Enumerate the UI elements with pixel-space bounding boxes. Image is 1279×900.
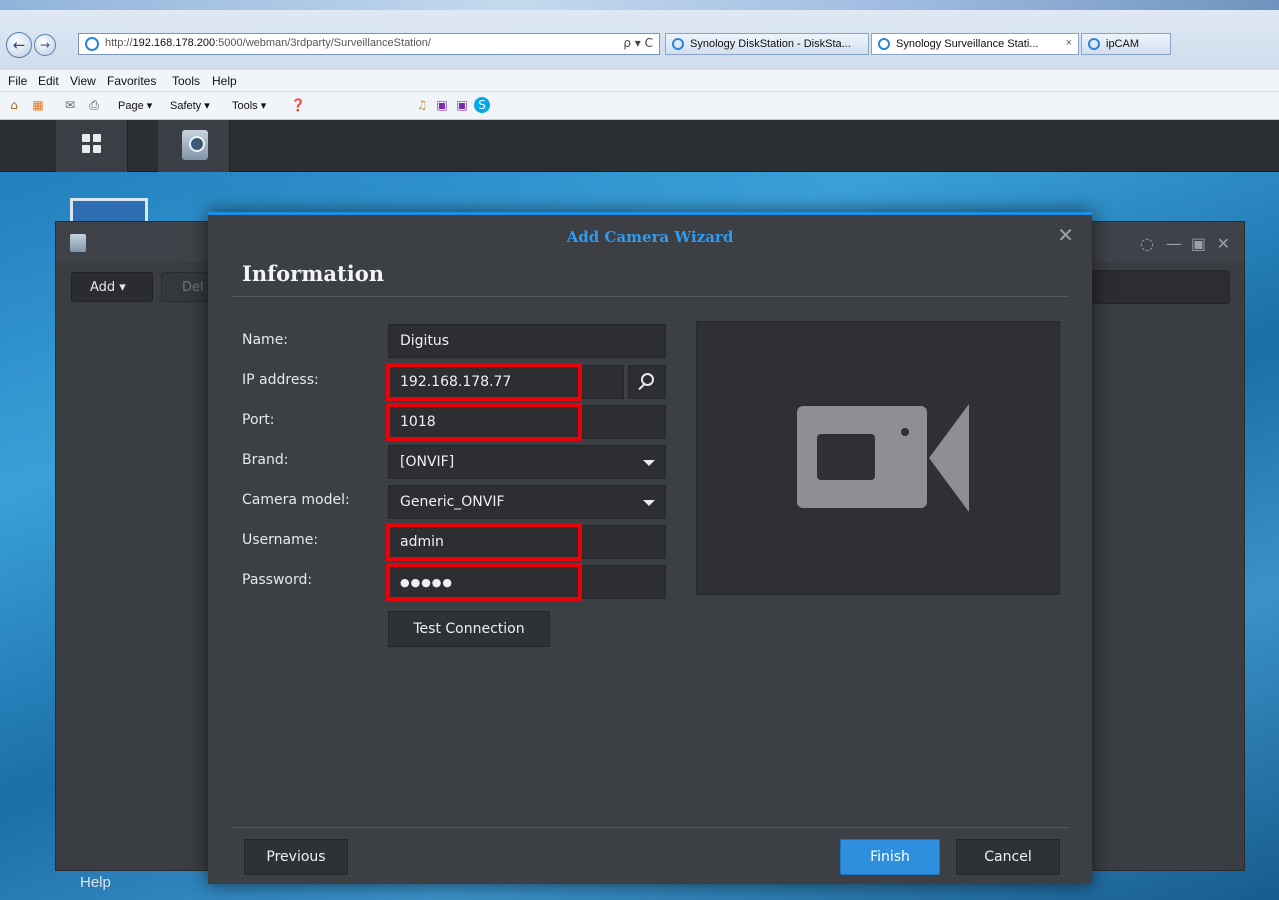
camera-preview xyxy=(696,321,1060,595)
wizard-title: Add Camera Wizard xyxy=(566,228,734,246)
mail-icon[interactable]: ✉ xyxy=(62,97,78,113)
forward-button[interactable]: → xyxy=(34,34,56,56)
test-connection-button[interactable]: Test Connection xyxy=(388,611,550,647)
chevron-down-icon xyxy=(643,460,655,466)
print-icon[interactable]: ⎙ xyxy=(86,97,102,113)
tab-diskstation[interactable]: Synology DiskStation - DiskSta... xyxy=(665,33,869,55)
section-heading: Information xyxy=(242,261,384,286)
browser-nav-bar: ← → http://192.168.178.200:5000/webman/3… xyxy=(0,10,1279,70)
maximize-icon[interactable]: ▣ xyxy=(1191,234,1206,253)
help-label[interactable]: Help xyxy=(80,874,111,891)
back-button[interactable]: ← xyxy=(6,32,32,58)
ie-icon xyxy=(878,38,890,50)
tools-menu[interactable]: Tools ▾ xyxy=(232,99,266,112)
video-camera-icon xyxy=(797,406,927,508)
feeds-icon[interactable]: ▦ xyxy=(30,97,46,113)
addon-icon[interactable]: ♫ xyxy=(414,97,430,113)
browser-title-bar xyxy=(0,0,1279,10)
add-camera-wizard: Add Camera Wizard ✕ Information Name: Di… xyxy=(208,212,1092,884)
camera-model-label: Camera model: xyxy=(242,492,350,508)
chevron-down-icon xyxy=(643,500,655,506)
browser-menu-bar: File Edit View Favorites Tools Help xyxy=(0,70,1279,92)
menu-file[interactable]: File xyxy=(8,74,27,88)
cancel-button[interactable]: Cancel xyxy=(956,839,1060,875)
page-menu[interactable]: Page ▾ xyxy=(118,99,152,112)
surveillance-camera-icon xyxy=(182,130,208,160)
onenote-linked-icon[interactable]: ▣ xyxy=(454,97,470,113)
username-label: Username: xyxy=(242,532,319,548)
address-bar[interactable]: http://192.168.178.200:5000/webman/3rdpa… xyxy=(78,33,660,55)
password-label: Password: xyxy=(242,572,313,588)
surveillance-station-taskbar-button[interactable] xyxy=(158,120,230,172)
brand-label: Brand: xyxy=(242,452,289,468)
finish-button[interactable]: Finish xyxy=(840,839,940,875)
divider xyxy=(232,296,1068,297)
footer-divider xyxy=(232,827,1068,828)
address-url: http://192.168.178.200:5000/webman/3rdpa… xyxy=(105,37,431,49)
add-button[interactable]: Add ▾ xyxy=(71,272,153,302)
username-highlight xyxy=(386,523,582,561)
delete-button[interactable]: Del xyxy=(161,272,211,302)
browser-command-bar: ⌂ ▦ ✉ ⎙ Page ▾ Safety ▾ Tools ▾ ❓ ♫ ▣ ▣ … xyxy=(0,92,1279,120)
menu-help[interactable]: Help xyxy=(212,74,237,88)
onenote-icon[interactable]: ▣ xyxy=(434,97,450,113)
camera-model-value: Generic_ONVIF xyxy=(400,494,505,510)
ie-icon xyxy=(85,37,99,51)
port-label: Port: xyxy=(242,412,275,428)
ip-address-highlight xyxy=(386,363,582,401)
main-menu-icon xyxy=(82,134,102,156)
search-camera-button[interactable] xyxy=(628,365,666,399)
nav-buttons: ← → xyxy=(6,32,72,58)
menu-tools[interactable]: Tools xyxy=(172,74,200,88)
home-icon[interactable]: ⌂ xyxy=(6,97,22,113)
menu-view[interactable]: View xyxy=(70,74,96,88)
tab-close-icon[interactable]: × xyxy=(1066,37,1072,49)
minimize-icon[interactable]: — xyxy=(1166,234,1182,253)
close-icon[interactable]: ✕ xyxy=(1057,223,1074,247)
password-highlight xyxy=(386,563,582,601)
surveillance-app-icon xyxy=(70,234,86,252)
close-window-icon[interactable]: ✕ xyxy=(1217,234,1230,253)
main-menu-button[interactable] xyxy=(56,120,128,172)
skype-icon[interactable]: S xyxy=(474,97,490,113)
safety-menu[interactable]: Safety ▾ xyxy=(170,99,210,112)
previous-button[interactable]: Previous xyxy=(244,839,348,875)
camera-model-select[interactable]: Generic_ONVIF xyxy=(388,485,666,519)
name-label: Name: xyxy=(242,332,289,348)
menu-edit[interactable]: Edit xyxy=(38,74,59,88)
help-icon[interactable]: ❓ xyxy=(290,97,306,113)
tab-surveillance-station[interactable]: Synology Surveillance Stati... × xyxy=(871,33,1079,55)
ie-icon xyxy=(1088,38,1100,50)
window-option-icon[interactable]: ◌ xyxy=(1140,234,1154,253)
ie-icon xyxy=(672,38,684,50)
dsm-desktop: ◌ — ▣ ✕ Add ▾ Del Help Add Camera Wizard… xyxy=(0,120,1279,900)
brand-select[interactable]: [ONVIF] xyxy=(388,445,666,479)
menu-favorites[interactable]: Favorites xyxy=(107,74,156,88)
tab-ipcam[interactable]: ipCAM xyxy=(1081,33,1171,55)
name-input[interactable]: Digitus xyxy=(388,324,666,358)
search-icon xyxy=(641,373,654,386)
port-highlight xyxy=(386,403,582,441)
search-refresh-icons[interactable]: ρ ▾ C xyxy=(623,36,653,50)
window-search-field[interactable] xyxy=(1090,270,1230,304)
brand-value: [ONVIF] xyxy=(400,454,455,470)
dsm-taskbar xyxy=(0,120,1279,172)
ip-address-label: IP address: xyxy=(242,372,319,388)
